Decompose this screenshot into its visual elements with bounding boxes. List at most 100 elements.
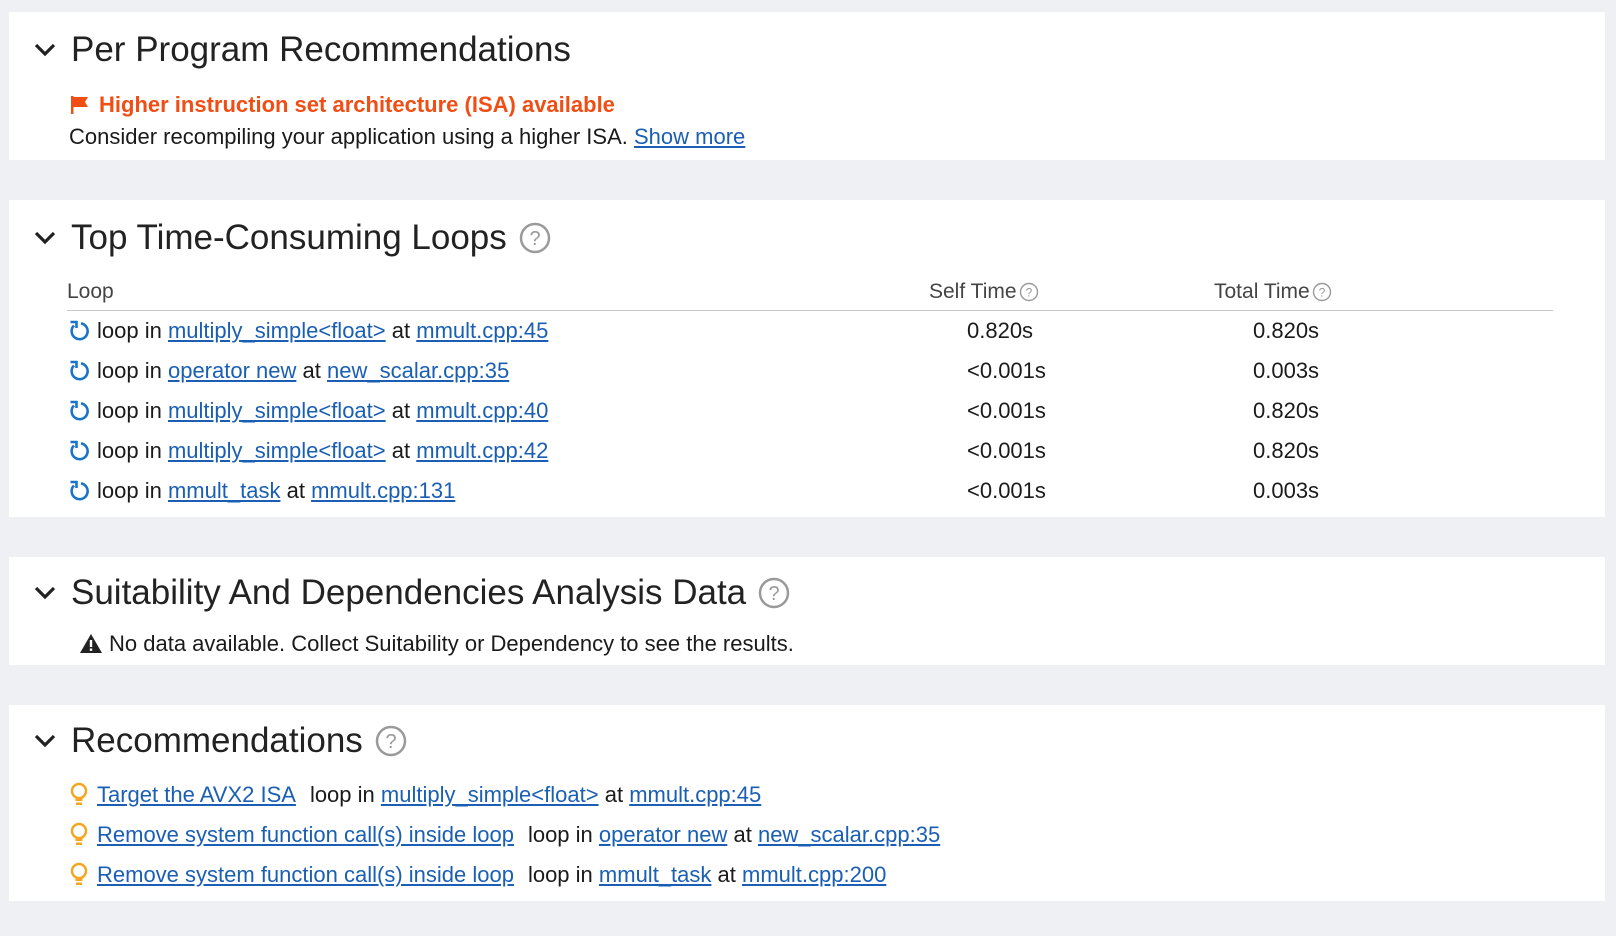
loop-prefix: loop in <box>97 318 162 343</box>
chevron-down-icon[interactable] <box>29 34 61 66</box>
per-program-panel: Per Program Recommendations Higher instr… <box>9 12 1605 160</box>
table-row[interactable]: loop in multiply_simple<float> at mmult.… <box>67 432 1553 472</box>
svg-text:?: ? <box>529 228 540 250</box>
loop-cell: loop in mmult_task at mmult.cpp:131 <box>67 478 455 504</box>
source-location-link[interactable]: mmult.cpp:131 <box>311 478 455 504</box>
lightbulb-icon <box>67 781 91 809</box>
loop-prefix: loop in <box>97 398 162 423</box>
self-time-value: <0.001s <box>967 478 1046 503</box>
total-time-value: 0.003s <box>1253 358 1320 383</box>
top-loops-panel: Top Time-Consuming Loops ? Loop Self Tim… <box>9 200 1605 517</box>
total-time-value: 0.820s <box>1253 438 1320 463</box>
at-label: at <box>391 318 411 343</box>
function-link[interactable]: multiply_simple<float> <box>168 318 386 344</box>
table-header-divider <box>67 310 1553 311</box>
total-time-value: 0.003s <box>1253 478 1320 503</box>
at-label: at <box>391 438 411 463</box>
recommendation-item: Remove system function call(s) inside lo… <box>67 821 940 849</box>
self-time-value: <0.001s <box>967 398 1046 423</box>
loop-icon <box>67 479 91 503</box>
source-location-link[interactable]: mmult.cpp:45 <box>416 318 548 344</box>
isa-warning: Higher instruction set architecture (ISA… <box>69 92 615 118</box>
source-location-link[interactable]: mmult.cpp:40 <box>416 398 548 424</box>
loop-prefix: loop in <box>97 358 162 383</box>
at-label: at <box>604 782 624 807</box>
no-data-text: No data available. Collect Suitability o… <box>109 631 794 656</box>
table-row[interactable]: loop in multiply_simple<float> at mmult.… <box>67 312 1553 352</box>
help-icon[interactable]: ? <box>1019 282 1039 302</box>
loop-icon <box>67 439 91 463</box>
chevron-down-icon[interactable] <box>29 577 61 609</box>
column-header-total-time[interactable]: Total Time ? <box>1214 280 1332 304</box>
recommendations-panel: Recommendations ? Target the AVX2 ISA lo… <box>9 705 1605 901</box>
source-location-link[interactable]: mmult.cpp:200 <box>742 862 886 888</box>
loop-icon <box>67 399 91 423</box>
table-row[interactable]: loop in operator new at new_scalar.cpp:3… <box>67 352 1553 392</box>
function-link[interactable]: multiply_simple<float> <box>168 438 386 464</box>
recommendation-item: Target the AVX2 ISA loop in multiply_sim… <box>67 781 761 809</box>
loop-cell: loop in operator new at new_scalar.cpp:3… <box>67 358 509 384</box>
loop-prefix: loop in <box>97 438 162 463</box>
total-time-value: 0.820s <box>1253 398 1320 423</box>
self-time-value: <0.001s <box>967 438 1046 463</box>
self-time-value: <0.001s <box>967 358 1046 383</box>
lightbulb-icon <box>67 861 91 889</box>
table-row[interactable]: loop in mmult_task at mmult.cpp:131 <0.0… <box>67 472 1553 512</box>
loop-prefix: loop in <box>97 478 162 503</box>
panel-title: Recommendations <box>71 721 363 760</box>
source-location-link[interactable]: new_scalar.cpp:35 <box>327 358 509 384</box>
help-icon[interactable]: ? <box>375 725 407 757</box>
loop-icon <box>67 319 91 343</box>
at-label: at <box>391 398 411 423</box>
at-label: at <box>717 862 736 887</box>
function-link[interactable]: mmult_task <box>168 478 280 504</box>
panel-title: Per Program Recommendations <box>71 30 571 69</box>
isa-description: Consider recompiling your application us… <box>69 124 745 150</box>
svg-text:?: ? <box>769 583 780 605</box>
warning-triangle-icon <box>79 632 103 656</box>
source-location-link[interactable]: mmult.cpp:42 <box>416 438 548 464</box>
table-row[interactable]: loop in multiply_simple<float> at mmult.… <box>67 392 1553 432</box>
at-label: at <box>733 822 752 847</box>
loop-icon <box>67 359 91 383</box>
loop-prefix: loop in <box>527 822 593 847</box>
loop-cell: loop in multiply_simple<float> at mmult.… <box>67 318 548 344</box>
svg-text:?: ? <box>1025 286 1032 300</box>
suitability-panel: Suitability And Dependencies Analysis Da… <box>9 557 1605 665</box>
recommendations-header: Recommendations ? <box>29 721 407 761</box>
column-header-self-time[interactable]: Self Time ? <box>929 280 1039 304</box>
function-link[interactable]: operator new <box>168 358 296 384</box>
isa-warning-title: Higher instruction set architecture (ISA… <box>99 92 615 117</box>
source-location-link[interactable]: mmult.cpp:45 <box>629 782 761 808</box>
function-link[interactable]: operator new <box>599 822 727 848</box>
function-link[interactable]: mmult_task <box>599 862 711 888</box>
column-header-self-time-label: Self Time <box>929 280 1017 303</box>
chevron-down-icon[interactable] <box>29 222 61 254</box>
loop-cell: loop in multiply_simple<float> at mmult.… <box>67 438 548 464</box>
help-icon[interactable]: ? <box>758 577 790 609</box>
panel-title: Top Time-Consuming Loops <box>71 218 507 257</box>
suitability-header: Suitability And Dependencies Analysis Da… <box>29 573 790 613</box>
source-location-link[interactable]: new_scalar.cpp:35 <box>758 822 940 848</box>
column-header-loop[interactable]: Loop <box>67 280 114 304</box>
per-program-header: Per Program Recommendations <box>29 30 571 70</box>
help-icon[interactable]: ? <box>519 222 551 254</box>
recommendation-link[interactable]: Remove system function call(s) inside lo… <box>97 862 514 888</box>
show-more-link[interactable]: Show more <box>634 124 745 149</box>
lightbulb-icon <box>67 821 91 849</box>
svg-text:?: ? <box>1318 286 1325 300</box>
recommendation-link[interactable]: Target the AVX2 ISA <box>97 782 296 808</box>
column-header-total-time-label: Total Time <box>1214 280 1310 303</box>
function-link[interactable]: multiply_simple<float> <box>168 398 386 424</box>
recommendation-item: Remove system function call(s) inside lo… <box>67 861 886 889</box>
function-link[interactable]: multiply_simple<float> <box>381 782 599 808</box>
flag-icon <box>69 94 91 116</box>
at-label: at <box>302 358 321 383</box>
chevron-down-icon[interactable] <box>29 725 61 757</box>
self-time-value: 0.820s <box>967 318 1034 343</box>
panel-title: Suitability And Dependencies Analysis Da… <box>71 573 747 612</box>
column-header-loop-label: Loop <box>67 280 114 303</box>
recommendation-link[interactable]: Remove system function call(s) inside lo… <box>97 822 514 848</box>
help-icon[interactable]: ? <box>1312 282 1332 302</box>
loop-prefix: loop in <box>527 862 593 887</box>
